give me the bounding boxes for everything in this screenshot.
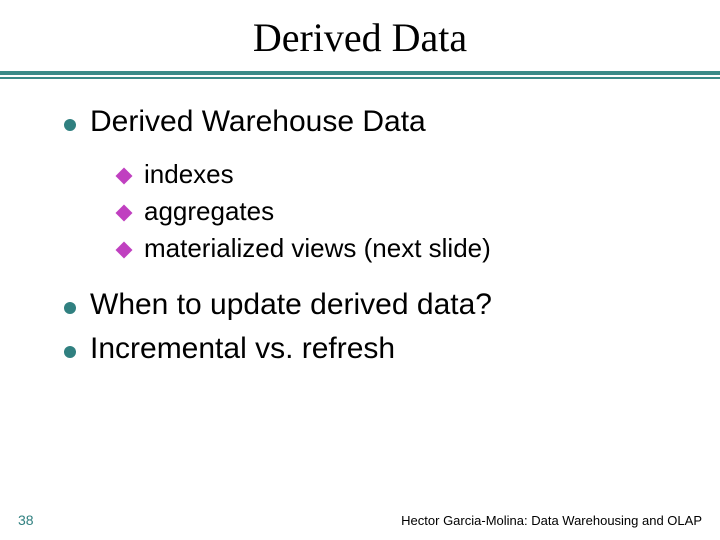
disc-bullet-icon: [64, 346, 76, 358]
diamond-bullet-icon: [116, 241, 133, 258]
bullet-text: When to update derived data?: [90, 288, 492, 322]
bullet-item: When to update derived data?: [64, 288, 720, 322]
slide-footer: 38 Hector Garcia-Molina: Data Warehousin…: [0, 512, 720, 528]
disc-bullet-icon: [64, 119, 76, 131]
sub-bullet-item: aggregates: [118, 196, 720, 227]
bullet-item: Derived Warehouse Data: [64, 105, 720, 139]
sub-bullet-text: materialized views (next slide): [144, 233, 491, 264]
page-number: 38: [18, 512, 34, 528]
sub-bullet-list: indexes aggregates materialized views (n…: [64, 149, 720, 288]
sub-bullet-item: materialized views (next slide): [118, 233, 720, 264]
sub-bullet-item: indexes: [118, 159, 720, 190]
title-area: Derived Data: [0, 0, 720, 61]
bullet-item: Incremental vs. refresh: [64, 332, 720, 366]
sub-bullet-text: indexes: [144, 159, 234, 190]
diamond-bullet-icon: [116, 204, 133, 221]
bullet-text: Derived Warehouse Data: [90, 105, 426, 139]
slide-title: Derived Data: [0, 14, 720, 61]
slide-body: Derived Warehouse Data indexes aggregate…: [0, 79, 720, 366]
disc-bullet-icon: [64, 302, 76, 314]
bullet-text: Incremental vs. refresh: [90, 332, 395, 366]
footer-credit: Hector Garcia-Molina: Data Warehousing a…: [401, 513, 702, 528]
sub-bullet-text: aggregates: [144, 196, 274, 227]
diamond-bullet-icon: [116, 167, 133, 184]
title-divider: [0, 71, 720, 79]
